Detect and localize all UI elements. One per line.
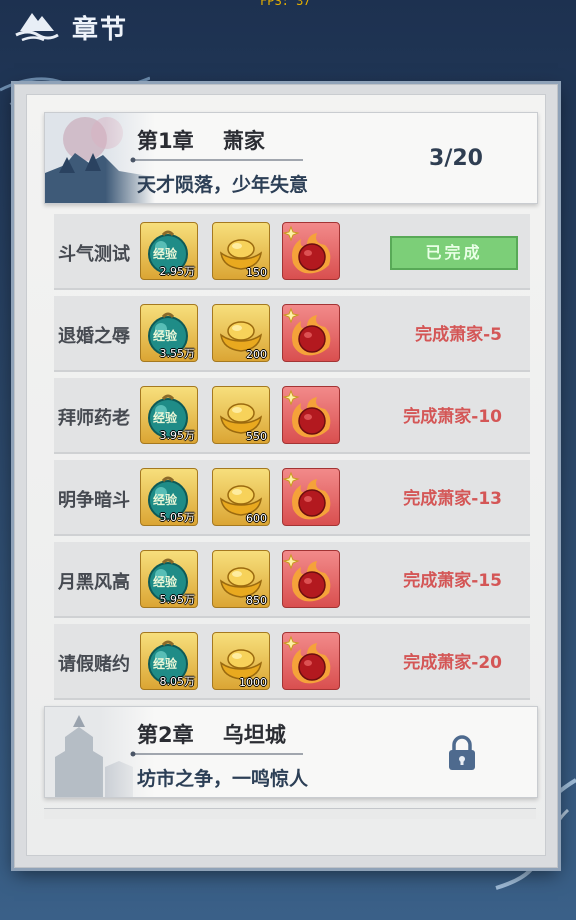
page-title: 章节 [72, 15, 129, 45]
item-reward-slot[interactable] [282, 468, 340, 526]
quest-name: 斗气测试 [58, 244, 130, 265]
exp-amount: 5.95万 [159, 593, 196, 606]
quest-requirement: 完成萧家-20 [403, 653, 502, 673]
gold-amount: 550 [246, 430, 267, 443]
item-reward-slot[interactable] [282, 304, 340, 362]
quest-name: 明争暗斗 [58, 490, 130, 511]
exp-amount: 2.95万 [159, 265, 196, 278]
exp-reward-slot[interactable]: 经验 3.55万 [140, 304, 198, 362]
chapter-title: 第1章 萧家 [137, 129, 265, 153]
gold-reward-slot[interactable]: 550 [212, 386, 270, 444]
exp-icon-label: 经验 [153, 657, 178, 671]
divider-ornament [130, 157, 303, 163]
exp-reward-slot[interactable]: 经验 5.95万 [140, 550, 198, 608]
chapter-card-peek [44, 808, 536, 819]
chapter-progress: 3/20 [429, 146, 483, 171]
quest-row[interactable]: 请假赌约 经验 8.05万 1000 完成萧家-20 [54, 624, 530, 700]
divider-ornament [130, 751, 303, 757]
fire-orb-icon [283, 553, 331, 602]
quest-name: 退婚之辱 [58, 326, 130, 347]
gold-reward-slot[interactable]: 600 [212, 468, 270, 526]
fire-orb-icon [283, 225, 331, 274]
gold-amount: 1000 [239, 676, 267, 689]
quest-requirement: 完成萧家-10 [403, 407, 502, 427]
exp-icon-label: 经验 [153, 493, 178, 507]
quest-requirement: 完成萧家-15 [403, 571, 502, 591]
quest-requirement: 完成萧家-5 [415, 325, 502, 345]
exp-reward-slot[interactable]: 经验 5.05万 [140, 468, 198, 526]
item-reward-slot[interactable] [282, 386, 340, 444]
gold-amount: 150 [246, 266, 267, 279]
exp-reward-slot[interactable]: 经验 3.95万 [140, 386, 198, 444]
top-bar: 章节 [0, 0, 576, 52]
fire-orb-icon [283, 635, 331, 684]
exp-icon-label: 经验 [153, 575, 178, 589]
fire-orb-icon [283, 389, 331, 438]
mountain-mist-icon [15, 13, 59, 42]
lock-icon [449, 735, 475, 770]
exp-icon-label: 经验 [153, 329, 178, 343]
exp-reward-slot[interactable]: 经验 8.05万 [140, 632, 198, 690]
item-reward-slot[interactable] [282, 632, 340, 690]
chapter-card[interactable]: 第1章 萧家 天才陨落，少年失意 3/20 [44, 112, 538, 204]
quest-row[interactable]: 拜师药老 经验 3.95万 550 完成萧家-10 [54, 378, 530, 454]
gold-amount: 200 [246, 348, 267, 361]
exp-icon-label: 经验 [153, 247, 178, 261]
chapter-card[interactable]: 第2章 乌坦城 坊市之争，一鸣惊人 [44, 706, 538, 798]
fire-orb-icon [283, 307, 331, 356]
item-reward-slot[interactable] [282, 222, 340, 280]
completed-badge: 已完成 [390, 236, 518, 270]
gold-reward-slot[interactable]: 1000 [212, 632, 270, 690]
quest-requirement: 完成萧家-13 [403, 489, 502, 509]
item-reward-slot[interactable] [282, 550, 340, 608]
exp-amount: 3.95万 [159, 429, 196, 442]
quest-row[interactable]: 斗气测试 经验 2.95万 150 已完成 [54, 214, 530, 290]
chapter-title: 第2章 乌坦城 [137, 723, 286, 747]
gold-reward-slot[interactable]: 200 [212, 304, 270, 362]
exp-reward-slot[interactable]: 经验 2.95万 [140, 222, 198, 280]
quest-row[interactable]: 月黑风高 经验 5.95万 850 完成萧家-15 [54, 542, 530, 618]
fire-orb-icon [283, 471, 331, 520]
exp-amount: 3.55万 [159, 347, 196, 360]
gold-reward-slot[interactable]: 850 [212, 550, 270, 608]
quest-name: 月黑风高 [58, 572, 130, 593]
chapter-subtitle: 天才陨落，少年失意 [137, 174, 309, 196]
gold-amount: 600 [246, 512, 267, 525]
exp-amount: 8.05万 [159, 675, 196, 688]
exp-amount: 5.05万 [159, 511, 196, 524]
chapter-subtitle: 坊市之争，一鸣惊人 [137, 768, 309, 790]
quest-name: 请假赌约 [58, 654, 130, 675]
gold-amount: 850 [246, 594, 267, 607]
quest-name: 拜师药老 [58, 408, 130, 429]
quest-row[interactable]: 退婚之辱 经验 3.55万 200 完成萧家-5 [54, 296, 530, 372]
exp-icon-label: 经验 [153, 411, 178, 425]
gold-reward-slot[interactable]: 150 [212, 222, 270, 280]
quest-row[interactable]: 明争暗斗 经验 5.05万 600 完成萧家-13 [54, 460, 530, 536]
